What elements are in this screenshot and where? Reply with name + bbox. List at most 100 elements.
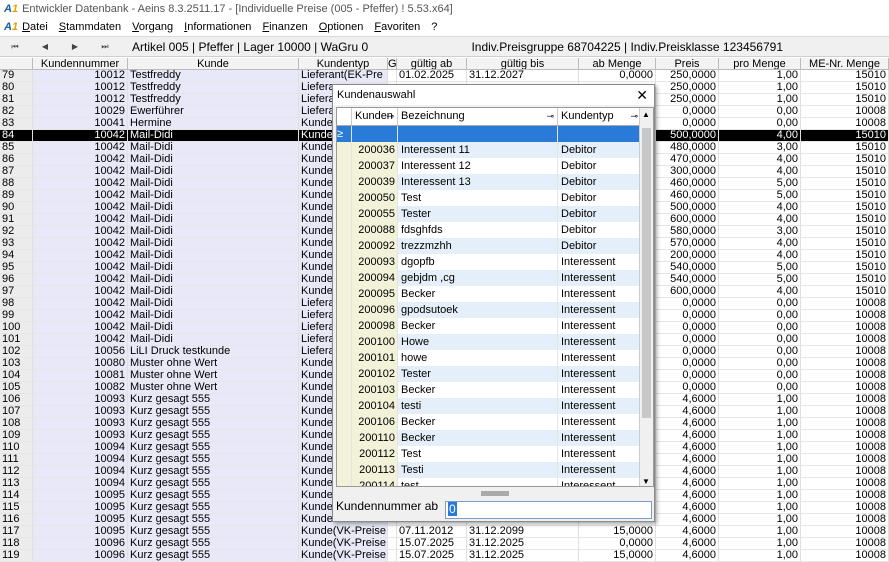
list-item[interactable]: 200101 howe Interessent	[337, 350, 653, 366]
table-cell[interactable]: 570,0000	[656, 238, 719, 250]
table-row[interactable]: 119 10096 Kurz gesagt 555 Kunde(VK-Preise 15…	[0, 550, 889, 562]
header-kunden[interactable]: Kunden ⊸	[352, 108, 398, 125]
table-cell[interactable]: 1,00	[719, 478, 801, 490]
table-cell[interactable]: Mail-Didi	[128, 298, 299, 310]
table-cell[interactable]: 102	[0, 346, 33, 358]
list-cell[interactable]: 200095	[352, 286, 398, 302]
table-cell[interactable]: 0,0000	[579, 70, 656, 82]
table-cell[interactable]: 4,00	[719, 286, 801, 298]
table-cell[interactable]: 1,00	[719, 538, 801, 550]
list-item[interactable]: 200113 Testi Interessent	[337, 462, 653, 478]
table-cell[interactable]: Muster ohne Wert	[128, 358, 299, 370]
table-cell[interactable]: 4,6000	[656, 490, 719, 502]
list-cell[interactable]: Becker	[398, 382, 558, 398]
table-cell[interactable]: 95	[0, 262, 33, 274]
list-cell[interactable]	[558, 126, 642, 142]
table-cell[interactable]	[388, 538, 397, 550]
table-cell[interactable]: 500,0000	[656, 130, 719, 142]
table-cell[interactable]: 10095	[33, 490, 128, 502]
table-cell[interactable]: 110	[0, 442, 33, 454]
table-cell[interactable]: 15010	[801, 94, 889, 106]
table-cell[interactable]: 5,00	[719, 178, 801, 190]
table-cell[interactable]: 15010	[801, 70, 889, 82]
list-item[interactable]: 200094 gebjdm ,cg Interessent	[337, 270, 653, 286]
menu-vorgang[interactable]: Vorgang	[132, 21, 173, 33]
table-cell[interactable]: 1,00	[719, 406, 801, 418]
table-cell[interactable]: 500,0000	[656, 202, 719, 214]
pin-icon[interactable]: ⊸	[630, 108, 638, 125]
table-cell[interactable]: 0,0000	[579, 538, 656, 550]
table-cell[interactable]: 1,00	[719, 430, 801, 442]
table-cell[interactable]: 15.07.2025	[397, 538, 467, 550]
table-cell[interactable]: 101	[0, 334, 33, 346]
table-cell[interactable]: 5,00	[719, 274, 801, 286]
table-cell[interactable]: 1,00	[719, 418, 801, 430]
table-cell[interactable]: 79	[0, 70, 33, 82]
list-item[interactable]: 200112 Test Interessent	[337, 446, 653, 462]
list-item[interactable]: 200104 testi Interessent	[337, 398, 653, 414]
table-cell[interactable]: Kurz gesagt 555	[128, 514, 299, 526]
table-cell[interactable]: Kunde(VK-Preise	[299, 526, 388, 538]
table-cell[interactable]: 10095	[33, 526, 128, 538]
header-g[interactable]: G	[388, 58, 397, 69]
table-cell[interactable]: 10008	[801, 442, 889, 454]
table-cell[interactable]: 10056	[33, 346, 128, 358]
table-cell[interactable]: 83	[0, 118, 33, 130]
table-cell[interactable]: Kurz gesagt 555	[128, 442, 299, 454]
table-cell[interactable]: Mail-Didi	[128, 274, 299, 286]
table-cell[interactable]: 4,00	[719, 202, 801, 214]
table-cell[interactable]: Lieferant(EK-Pre	[299, 70, 388, 82]
table-cell[interactable]: 480,0000	[656, 142, 719, 154]
table-cell[interactable]: 107	[0, 406, 33, 418]
table-cell[interactable]	[388, 550, 397, 562]
table-cell[interactable]: 5,00	[719, 262, 801, 274]
table-cell[interactable]: 10094	[33, 466, 128, 478]
table-cell[interactable]: 4,6000	[656, 466, 719, 478]
table-cell[interactable]: 1,00	[719, 82, 801, 94]
table-cell[interactable]: Hermine	[128, 118, 299, 130]
table-cell[interactable]: 1,00	[719, 502, 801, 514]
menu-favoriten[interactable]: Favoriten	[374, 21, 420, 33]
table-cell[interactable]: 10008	[801, 106, 889, 118]
table-cell[interactable]: 15010	[801, 214, 889, 226]
table-cell[interactable]: 115	[0, 502, 33, 514]
table-cell[interactable]: Mail-Didi	[128, 202, 299, 214]
table-row[interactable]: 117 10095 Kurz gesagt 555 Kunde(VK-Preise 07…	[0, 526, 889, 538]
header-kundentyp[interactable]: Kundentyp ⊸	[558, 108, 642, 125]
scrollbar-thumb[interactable]	[642, 128, 651, 418]
list-item[interactable]: 200088 fdsghfds Debitor	[337, 222, 653, 238]
table-cell[interactable]: 10012	[33, 94, 128, 106]
table-cell[interactable]: 0,00	[719, 334, 801, 346]
list-cell[interactable]	[352, 126, 398, 142]
list-item[interactable]: 200102 Tester Interessent	[337, 366, 653, 382]
table-cell[interactable]: 4,6000	[656, 502, 719, 514]
list-cell[interactable]: fdsghfds	[398, 222, 558, 238]
table-cell[interactable]: 82	[0, 106, 33, 118]
table-cell[interactable]: 1,00	[719, 394, 801, 406]
list-cell[interactable]: 200036	[352, 142, 398, 158]
table-cell[interactable]: Ewerführer	[128, 106, 299, 118]
list-item[interactable]: 200098 Becker Interessent	[337, 318, 653, 334]
table-cell[interactable]: Mail-Didi	[128, 286, 299, 298]
header-rownum[interactable]	[0, 58, 33, 69]
list-cell[interactable]: Becker	[398, 430, 558, 446]
table-cell[interactable]: 15010	[801, 286, 889, 298]
table-cell[interactable]: 10094	[33, 478, 128, 490]
table-cell[interactable]: Kurz gesagt 555	[128, 406, 299, 418]
table-cell[interactable]: 10042	[33, 130, 128, 142]
table-cell[interactable]: 81	[0, 94, 33, 106]
list-cell[interactable]: 200037	[352, 158, 398, 174]
header-kundentyp[interactable]: Kundentyp	[299, 58, 388, 69]
table-cell[interactable]: 10008	[801, 514, 889, 526]
table-cell[interactable]: 15010	[801, 178, 889, 190]
list-item[interactable]: 200093 dgopfb Interessent	[337, 254, 653, 270]
table-cell[interactable]: 10093	[33, 418, 128, 430]
header-gueltig-ab[interactable]: gültig ab	[397, 58, 467, 69]
table-cell[interactable]: 1,00	[719, 550, 801, 562]
table-cell[interactable]: 4,00	[719, 130, 801, 142]
table-cell[interactable]: 15010	[801, 130, 889, 142]
table-cell[interactable]: 108	[0, 418, 33, 430]
table-cell[interactable]: 0,0000	[656, 118, 719, 130]
table-cell[interactable]: 540,0000	[656, 262, 719, 274]
list-cell[interactable]: Interessent	[558, 430, 642, 446]
